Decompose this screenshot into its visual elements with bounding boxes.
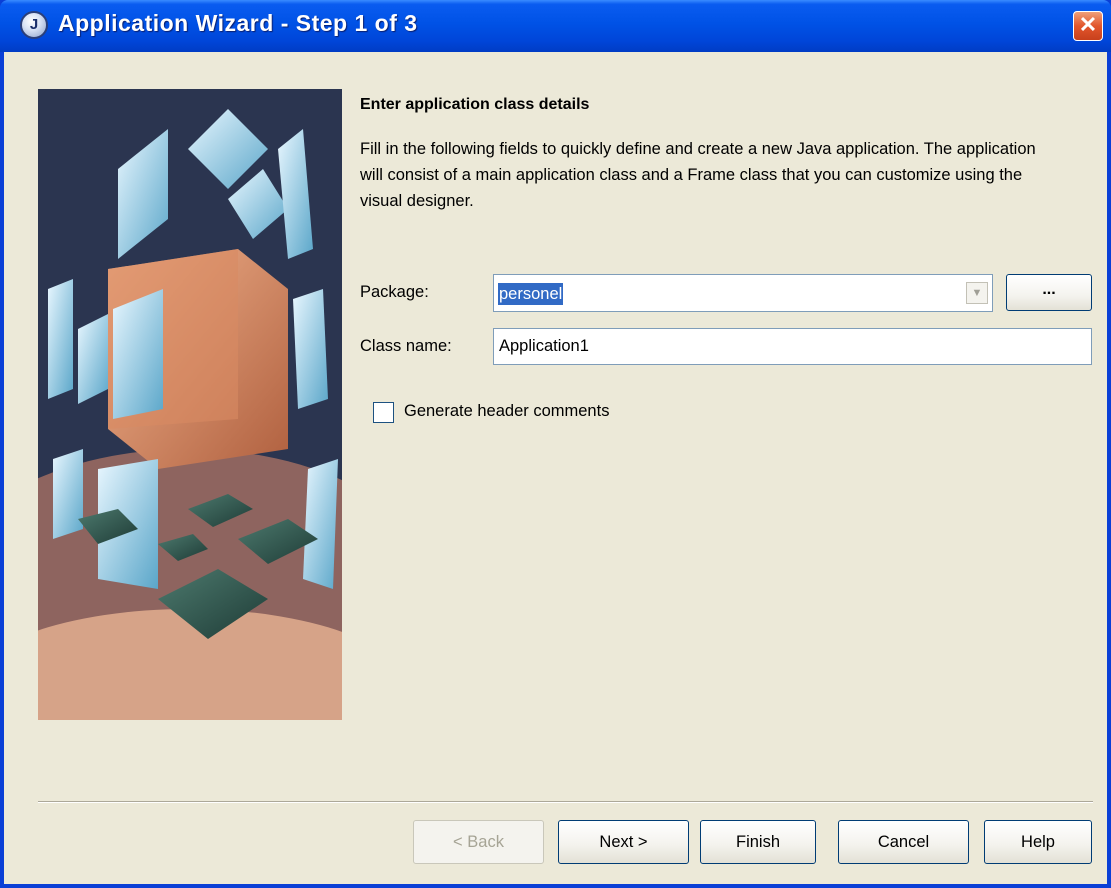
title-bar[interactable]: J Application Wizard - Step 1 of 3 ✕ [0, 0, 1111, 52]
class-name-label: Class name: [360, 337, 452, 355]
close-button[interactable]: ✕ [1073, 11, 1103, 41]
section-heading: Enter application class details [360, 96, 590, 113]
help-button[interactable]: Help [984, 820, 1092, 864]
package-label: Package: [360, 283, 429, 301]
floating-cubes-image [38, 89, 342, 720]
button-separator [38, 801, 1093, 803]
finish-button[interactable]: Finish [700, 820, 816, 864]
package-combobox[interactable]: personel ▼ [493, 274, 993, 312]
back-button[interactable]: < Back [413, 820, 544, 864]
section-description: Fill in the following fields to quickly … [360, 140, 1036, 210]
dialog-body: Enter application class details Fill in … [4, 52, 1107, 884]
wizard-illustration [38, 89, 342, 720]
cancel-button[interactable]: Cancel [838, 820, 969, 864]
browse-package-button[interactable]: ... [1006, 274, 1092, 311]
window-title: Application Wizard - Step 1 of 3 [58, 10, 418, 36]
application-wizard-window: J Application Wizard - Step 1 of 3 ✕ Ent… [0, 0, 1111, 888]
generate-header-comments-label[interactable]: Generate header comments [404, 402, 609, 421]
next-button[interactable]: Next > [558, 820, 689, 864]
class-name-input[interactable]: Application1 [493, 328, 1092, 365]
chevron-down-icon[interactable]: ▼ [966, 282, 988, 304]
jbuilder-app-icon: J [20, 11, 48, 39]
package-value[interactable]: personel [498, 283, 564, 305]
generate-header-comments-checkbox[interactable] [373, 402, 394, 423]
